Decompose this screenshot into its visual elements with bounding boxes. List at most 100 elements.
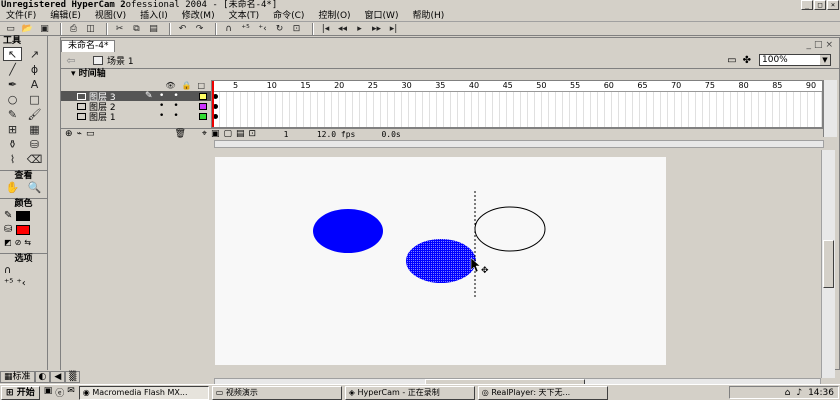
edit-scene-icon[interactable]: ▭	[727, 55, 736, 66]
outline-icon[interactable]: □	[197, 81, 205, 90]
stroke-color-swatch[interactable]	[16, 210, 31, 221]
chevron-down-icon[interactable]: ▼	[820, 55, 830, 65]
free-transform-tool-icon[interactable]: ⊞	[3, 122, 22, 136]
layer-color-swatch[interactable]	[199, 92, 207, 100]
task-hypercam[interactable]: ◈ HyperCam - 正在录制	[344, 385, 475, 400]
edit-symbols-icon[interactable]: ✤	[743, 55, 751, 66]
arrow-tool-icon[interactable]: ↖	[3, 47, 22, 61]
document-window-controls[interactable]: _□×	[806, 40, 836, 50]
desktop-icon[interactable]: ▣	[44, 386, 53, 399]
maximize-button[interactable]: □	[814, 0, 826, 10]
pen-tool-icon[interactable]: ✒	[3, 77, 22, 91]
stage-vscroll[interactable]	[821, 150, 835, 378]
lock-dot[interactable]: •	[173, 111, 178, 121]
no-color-icon[interactable]: ⊘	[15, 238, 22, 247]
ie-icon[interactable]: ⓔ	[55, 386, 64, 399]
preview-icon[interactable]: ◫	[84, 23, 97, 35]
play-icon[interactable]: ▸	[353, 23, 366, 35]
default-colors-icon[interactable]: ◩	[4, 238, 12, 247]
menu-commands[interactable]: 命令(C)	[273, 10, 304, 22]
onion-skin-icon[interactable]: ▣	[211, 129, 220, 139]
paste-icon[interactable]: ▤	[147, 23, 160, 35]
hand-tool-icon[interactable]: ✋	[3, 180, 22, 194]
layer-row[interactable]: 图层 1 • •	[61, 111, 211, 123]
volume-icon[interactable]: ♪	[796, 388, 802, 398]
save-icon[interactable]: ▣	[38, 23, 51, 35]
eye-icon[interactable]: 👁	[165, 81, 175, 90]
menu-insert[interactable]: 插入(I)	[140, 10, 168, 22]
tab-extra-3[interactable]: ▒	[65, 371, 81, 383]
outlook-icon[interactable]: ✉	[67, 386, 75, 399]
visible-dot[interactable]: •	[159, 101, 164, 111]
straighten-icon[interactable]: ⁺‹	[256, 23, 269, 35]
step-back-icon[interactable]: |◂	[319, 23, 332, 35]
undo-icon[interactable]: ↶	[176, 23, 189, 35]
layer-color-swatch[interactable]	[199, 112, 207, 120]
lasso-tool-icon[interactable]: ϕ	[25, 62, 44, 76]
onion-outline-icon[interactable]: ▢	[224, 129, 233, 139]
new-icon[interactable]: ▭	[4, 23, 17, 35]
menu-edit[interactable]: 编辑(E)	[50, 10, 81, 22]
back-arrow-icon[interactable]: ⇦	[61, 54, 81, 68]
open-icon[interactable]: 📂	[21, 23, 34, 35]
forward-icon[interactable]: ▸▸	[370, 23, 383, 35]
document-tab[interactable]: 未命名-4*	[61, 40, 116, 52]
center-frame-icon[interactable]: ⌖	[202, 129, 207, 139]
zoom-tool-icon[interactable]: 🔍	[25, 180, 44, 194]
onion-markers-icon[interactable]: ⊡	[249, 129, 257, 139]
blue-circle[interactable]	[313, 209, 383, 253]
visible-dot[interactable]: •	[159, 111, 164, 121]
line-tool-icon[interactable]: ╱	[3, 62, 22, 76]
tab-extra-2[interactable]: ◀	[50, 371, 66, 383]
fill-transform-tool-icon[interactable]: ▦	[25, 122, 44, 136]
timeline-header[interactable]: ▾ 时间轴	[61, 69, 839, 79]
menu-modify[interactable]: 修改(M)	[182, 10, 215, 22]
snap-magnet-icon[interactable]: ∩	[4, 265, 43, 276]
start-button[interactable]: ⊞ 开始	[1, 385, 40, 400]
vscroll-thumb[interactable]	[823, 240, 834, 288]
lock-dot[interactable]: •	[173, 91, 178, 101]
add-layer-icon[interactable]: ⊕	[65, 129, 73, 139]
text-tool-icon[interactable]: A	[25, 77, 44, 91]
rotate-icon[interactable]: ↻	[273, 23, 286, 35]
close-button[interactable]: ×	[827, 0, 839, 10]
timeline-hscroll[interactable]	[214, 140, 824, 148]
menu-file[interactable]: 文件(F)	[6, 10, 36, 22]
menu-view[interactable]: 视图(V)	[95, 10, 126, 22]
brush-tool-icon[interactable]: 🖌	[25, 107, 44, 121]
swap-colors-icon[interactable]: ⇆	[24, 238, 31, 247]
oval-tool-icon[interactable]: ○	[3, 92, 22, 106]
tab-extra-1[interactable]: ◐	[34, 371, 51, 383]
task-folder[interactable]: ▭ 视频演示	[211, 385, 342, 400]
magnet-icon[interactable]: ∩	[222, 23, 235, 35]
menu-text[interactable]: 文本(T)	[229, 10, 260, 22]
layer-color-swatch[interactable]	[199, 102, 207, 110]
selected-blue-circle[interactable]	[406, 239, 476, 283]
smooth-straighten-icon[interactable]: ⁺⁵ ⁺‹	[4, 278, 43, 289]
menu-control[interactable]: 控制(O)	[318, 10, 350, 22]
pencil-tool-icon[interactable]: ✎	[3, 107, 22, 121]
copy-icon[interactable]: ⧉	[130, 23, 143, 35]
lock-icon[interactable]: 🔒	[181, 81, 191, 90]
redo-icon[interactable]: ↷	[193, 23, 206, 35]
rewind-icon[interactable]: ◂◂	[336, 23, 349, 35]
eraser-tool-icon[interactable]: ⌫	[25, 152, 44, 166]
frame-grid[interactable]	[212, 92, 822, 127]
network-icon[interactable]: ⌂	[785, 388, 791, 398]
edit-multiple-icon[interactable]: ▤	[236, 129, 245, 139]
print-icon[interactable]: ⎙	[67, 23, 80, 35]
frame-ruler[interactable]: 5 10 15 20 25 30 35 40 45 50 55 60 65 70 75 80 85 90	[212, 81, 822, 92]
cut-icon[interactable]: ✂	[113, 23, 126, 35]
menu-help[interactable]: 帮助(H)	[412, 10, 444, 22]
subselect-tool-icon[interactable]: ↗	[25, 47, 44, 61]
tab-standard[interactable]: ▦标准	[0, 371, 35, 383]
smooth-icon[interactable]: ⁺⁵	[239, 23, 252, 35]
timeline-frames[interactable]: 5 10 15 20 25 30 35 40 45 50 55 60 65 70 75 80 85 90	[211, 80, 823, 128]
delete-layer-icon[interactable]: 🗑	[174, 129, 185, 139]
end-icon[interactable]: ▸|	[387, 23, 400, 35]
menu-window[interactable]: 窗口(W)	[365, 10, 399, 22]
fill-color-swatch[interactable]	[16, 224, 31, 235]
scale-icon[interactable]: ⊡	[290, 23, 303, 35]
frame-rate[interactable]: 12.0 fps	[306, 130, 366, 139]
timeline-vscroll[interactable]	[823, 80, 837, 137]
